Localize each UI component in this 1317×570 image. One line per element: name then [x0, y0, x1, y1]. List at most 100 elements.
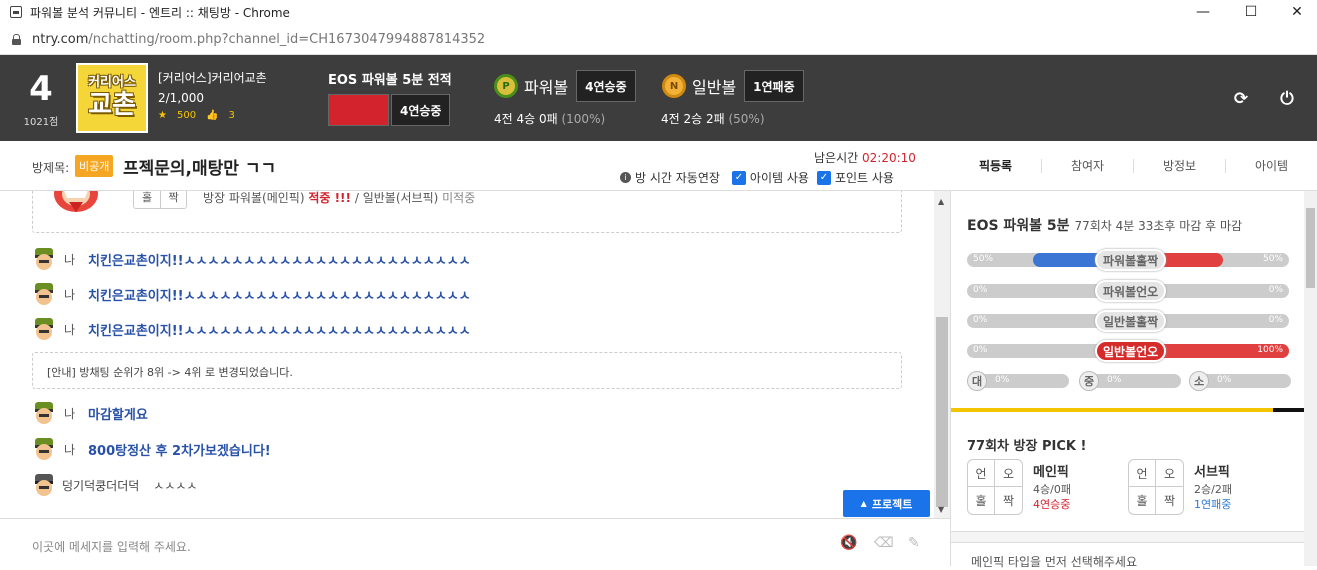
vote-left-pct: 0% — [973, 345, 988, 355]
room-options: i 방 시간 자동연장 ✓ 아이템 사용 ✓ 포인트 사용 — [620, 169, 894, 186]
auto-extend-label[interactable]: 방 시간 자동연장 — [635, 169, 720, 186]
pick-under[interactable]: 언 — [968, 460, 995, 487]
close-button[interactable]: ✕ — [1274, 0, 1317, 24]
room-logo: 커리어스 교촌 — [76, 63, 148, 133]
item-use-label[interactable]: 아이템 사용 — [750, 169, 809, 186]
pick-odd[interactable]: 홀 — [968, 487, 995, 514]
normalball-name: 일반볼 — [692, 78, 737, 97]
pick-even[interactable]: 짝 — [995, 487, 1022, 514]
round-info: 77회차 4분 33초후 마감 후 마감 — [1074, 219, 1243, 233]
powerball-pct: (100%) — [561, 112, 606, 126]
size-bar-medium[interactable]: 중 0% — [1079, 371, 1181, 391]
minimize-button[interactable]: — — [1180, 0, 1226, 24]
scroll-down-icon[interactable]: ▼ — [938, 505, 944, 514]
vote-label[interactable]: 일반볼홀짝 — [1095, 310, 1167, 332]
pick-over[interactable]: 오 — [995, 460, 1022, 487]
vote-bar-powerball-underover[interactable]: 0% 0% 파워볼언오 — [967, 280, 1289, 302]
vote-left-pct: 0% — [973, 315, 988, 325]
vote-label[interactable]: 파워볼홀짝 — [1095, 249, 1167, 271]
size-bar-large[interactable]: 대 0% — [967, 371, 1069, 391]
size-pct: 0% — [995, 375, 1010, 385]
vote-fill-left — [1033, 253, 1099, 267]
scroll-up-icon[interactable]: ▲ — [938, 197, 944, 206]
tab-pick-register[interactable]: 픽등록 — [950, 157, 1041, 174]
power-icon[interactable]: ⏻ — [1278, 90, 1296, 108]
window-title: 파워볼 분석 커뮤니티 - 엔트리 :: 채팅방 - Chrome — [30, 5, 290, 20]
tab-participants[interactable]: 참여자 — [1042, 157, 1133, 174]
url-text[interactable]: ntry.com/nchatting/room.php?channel_id=C… — [32, 32, 485, 47]
vote-bar-normalball-oddeven[interactable]: 0% 0% 일반볼홀짝 — [967, 310, 1289, 332]
vote-label[interactable]: 일반볼언오 — [1095, 340, 1167, 362]
vote-label[interactable]: 파워볼언오 — [1095, 280, 1167, 302]
logo-line1: 커리어스 — [88, 75, 136, 90]
eraser-icon[interactable]: ⌫ — [874, 535, 894, 551]
chat-message: 나 마감할게요 — [32, 401, 148, 425]
result-notice: 홀짝 방장 파워볼(메인픽) 적중 !!! / 일반볼(서브픽) 미적중 — [32, 191, 902, 233]
eos-title: EOS 파워볼 5분 전적 — [328, 73, 452, 88]
side-scroll-thumb[interactable] — [1306, 208, 1315, 288]
remain-label: 남은시간 — [814, 151, 859, 165]
pick-over[interactable]: 오 — [1156, 460, 1183, 487]
powerball-record-text: 4전 4승 0패 — [494, 112, 558, 126]
user-avatar-icon — [35, 474, 53, 496]
chat-message: 나 800탕정산 후 2차가보겠습니다! — [32, 437, 271, 461]
star-icon: ★ — [158, 110, 167, 121]
user-avatar-icon — [35, 248, 53, 270]
point-use-checkbox[interactable]: ✓ — [816, 170, 831, 185]
maximize-button[interactable]: ☐ — [1228, 0, 1274, 24]
powerball-stat: P 파워볼 4연승중 — [494, 70, 636, 102]
magic-wand-icon[interactable]: ✎ — [908, 535, 920, 551]
chat-scrollbar[interactable]: ▲ ▼ — [934, 191, 950, 518]
odd-cell: 홀 — [141, 191, 153, 204]
refresh-icon[interactable]: ⟳ — [1232, 90, 1250, 108]
timer-progress-end — [1273, 408, 1305, 412]
tab-room-info[interactable]: 방정보 — [1134, 157, 1225, 174]
normalball-streak: 1연패중 — [744, 70, 804, 102]
message-author: 덩기덕쿵더더덕 — [62, 478, 140, 493]
timer-progress — [951, 408, 1273, 412]
main-pick-streak: 4연승중 — [1033, 498, 1071, 511]
room-title: 프젝문의,매탕만 ㄱㄱ — [123, 159, 277, 179]
user-avatar-icon — [35, 283, 53, 305]
size-bar-small[interactable]: 소 0% — [1189, 371, 1291, 391]
vote-right-pct: 0% — [1268, 315, 1283, 325]
panel-divider — [951, 531, 1305, 543]
point-use-label[interactable]: 포인트 사용 — [835, 169, 894, 186]
item-use-checkbox[interactable]: ✓ — [731, 170, 746, 185]
side-scrollbar[interactable] — [1304, 191, 1317, 566]
sub-pick-grid[interactable]: 언 오 홀 짝 — [1128, 459, 1184, 515]
room-stats: ★ 500 👍 3 — [158, 110, 267, 121]
normalball-record: 4전 2승 2패 (50%) — [661, 110, 765, 127]
mute-icon[interactable]: 🔇 — [840, 535, 857, 551]
project-button[interactable]: ▲ 프로젝트 — [843, 490, 930, 517]
size-label: 중 — [1079, 371, 1099, 391]
user-avatar-icon — [35, 318, 53, 340]
room-info: [커리어스]커리어교촌 2/1,000 ★ 500 👍 3 — [158, 69, 267, 126]
main-pick-grid[interactable]: 언 오 홀 짝 — [967, 459, 1023, 515]
address-bar[interactable]: ntry.com/nchatting/room.php?channel_id=C… — [0, 24, 1317, 55]
chat-scroll-thumb[interactable] — [936, 317, 948, 507]
powerball-icon: P — [494, 74, 518, 98]
vote-bar-powerball-oddeven[interactable]: 50% 50% 파워볼홀짝 — [967, 249, 1289, 271]
message-input[interactable]: 이곳에 메세지를 입력해 주세요. — [32, 538, 191, 555]
chat-area[interactable]: 홀짝 방장 파워볼(메인픽) 적중 !!! / 일반볼(서브픽) 미적중 나 치… — [0, 191, 934, 518]
pick-under[interactable]: 언 — [1129, 460, 1156, 487]
url-host: ntry.com — [32, 31, 89, 47]
pick-odd[interactable]: 홀 — [1129, 487, 1156, 514]
like-count: 3 — [228, 110, 235, 121]
sub-pick-streak: 1연패중 — [1194, 498, 1232, 511]
star-count: 500 — [176, 110, 197, 121]
odd-even-selector: 홀짝 — [133, 191, 187, 209]
tab-items[interactable]: 아이템 — [1226, 157, 1317, 174]
main-pick-info: 메인픽 4승/0패 4연승중 — [1033, 465, 1071, 512]
vote-bar-normalball-underover[interactable]: 0% 100% 일반볼언오 — [967, 340, 1289, 362]
result-miss: 미적중 — [442, 191, 476, 205]
pick-panel: EOS 파워볼 5분 77회차 4분 33초후 마감 후 마감 50% 50% … — [950, 191, 1305, 569]
vote-right-pct: 50% — [1262, 254, 1283, 264]
size-label: 소 — [1189, 371, 1209, 391]
sub-pick-record: 2승/2패 — [1194, 483, 1232, 496]
room-name: [커리어스]커리어교촌 — [158, 71, 267, 85]
room-header: 4 1021점 커리어스 교촌 [커리어스]커리어교촌 2/1,000 ★ 500… — [0, 55, 1317, 141]
pick-even[interactable]: 짝 — [1156, 487, 1183, 514]
url-path: /nchatting/room.php?channel_id=CH1673047… — [88, 31, 486, 47]
